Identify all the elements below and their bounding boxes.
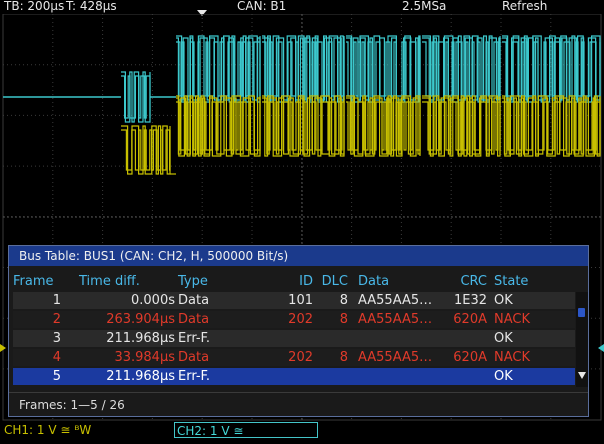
ch1-burst [176, 101, 261, 151]
scroll-down-icon[interactable] [578, 372, 586, 379]
type-cell: Data [178, 312, 210, 327]
id-cell: 202 [288, 350, 313, 365]
crc-cell: 620A [453, 350, 487, 365]
trigger-source-readout[interactable]: CAN: B1 [237, 0, 286, 13]
bus-table-title[interactable]: Bus Table: BUS1 (CAN: CH2, H, 500000 Bit… [9, 246, 588, 266]
id-cell: 202 [288, 312, 313, 327]
frame-cell: 4 [52, 350, 61, 365]
state-cell: OK [494, 293, 513, 308]
frame-cell: 1 [52, 293, 61, 308]
column-header-time-diff: Time diff. [79, 274, 140, 289]
dlc-cell: 8 [339, 293, 348, 308]
state-cell: OK [494, 369, 513, 384]
bus-table-footer: Frames: 1—5 / 26 [9, 392, 588, 416]
bus-table-panel: Bus Table: BUS1 (CAN: CH2, H, 500000 Bit… [8, 245, 589, 417]
ch2-burst [346, 35, 421, 103]
data-cell: AA55AA5… [358, 312, 433, 327]
time-diff-cell: 33.984µs [114, 350, 175, 365]
timebase-readout[interactable]: TB: 200µs [4, 0, 64, 13]
trigger-time-readout[interactable]: T: 428µs [66, 0, 117, 13]
frame-cell: 3 [52, 331, 61, 346]
table-row[interactable]: 3 211.968µs Err-F. OK [13, 330, 575, 347]
dlc-cell: 8 [339, 312, 348, 327]
state-cell: OK [494, 331, 513, 346]
column-header-crc: CRC [460, 274, 487, 289]
id-cell: 101 [288, 293, 313, 308]
time-diff-cell: 211.968µs [106, 369, 175, 384]
crc-cell: 1E32 [453, 293, 487, 308]
table-row[interactable]: 4 33.984µs Data 202 8 AA55AA5… 620A NACK [13, 349, 575, 366]
time-diff-cell: 211.968µs [106, 331, 175, 346]
type-cell: Data [178, 350, 210, 365]
bus-table-header: Frame Time diff. Type ID DLC Data CRC St… [9, 273, 588, 290]
data-cell: AA55AA5… [358, 350, 433, 365]
column-header-dlc: DLC [321, 274, 348, 289]
crc-cell: 620A [453, 312, 487, 327]
column-header-type: Type [178, 274, 208, 289]
column-header-data: Data [358, 274, 390, 289]
time-diff-cell: 263.904µs [106, 312, 175, 327]
state-cell: NACK [494, 350, 530, 365]
column-header-id: ID [299, 274, 313, 289]
ch2-settings[interactable]: CH2: 1 V ≅ [174, 422, 318, 438]
ch2-burst [346, 37, 421, 101]
ch1-burst [346, 97, 421, 155]
ch1-burst [422, 95, 501, 157]
ch2-burst [346, 41, 421, 97]
channel-bar: CH1: 1 V ≅ ᴮW CH2: 1 V ≅ [0, 421, 604, 440]
table-scrollbar[interactable] [576, 292, 588, 387]
type-cell: Err-F. [178, 369, 211, 384]
frame-cell: 2 [52, 312, 61, 327]
column-header-state: State [494, 274, 529, 289]
frame-cell: 5 [52, 369, 61, 384]
acquisition-mode-readout[interactable]: Refresh [502, 0, 547, 13]
ch2-burst [502, 35, 601, 103]
time-diff-cell: 0.000s [131, 293, 175, 308]
state-cell: NACK [494, 312, 530, 327]
type-cell: Data [178, 293, 210, 308]
table-row-selected[interactable]: 5 211.968µs Err-F. OK [13, 368, 575, 385]
dlc-cell: 8 [339, 350, 348, 365]
table-row[interactable]: 1 0.000s Data 101 8 AA55AA5… 1E32 OK [13, 292, 575, 309]
type-cell: Err-F. [178, 331, 211, 346]
scroll-thumb[interactable] [578, 308, 585, 317]
column-header-frame: Frame [13, 274, 54, 289]
sample-rate-readout: 2.5MSa [402, 0, 447, 13]
ch1-settings[interactable]: CH1: 1 V ≅ ᴮW [4, 421, 91, 440]
status-bar: TB: 200µs T: 428µs CAN: B1 2.5MSa Refres… [0, 0, 604, 14]
data-cell: AA55AA5… [358, 293, 433, 308]
table-row[interactable]: 2 263.904µs Data 202 8 AA55AA5… 620A NAC… [13, 311, 575, 328]
